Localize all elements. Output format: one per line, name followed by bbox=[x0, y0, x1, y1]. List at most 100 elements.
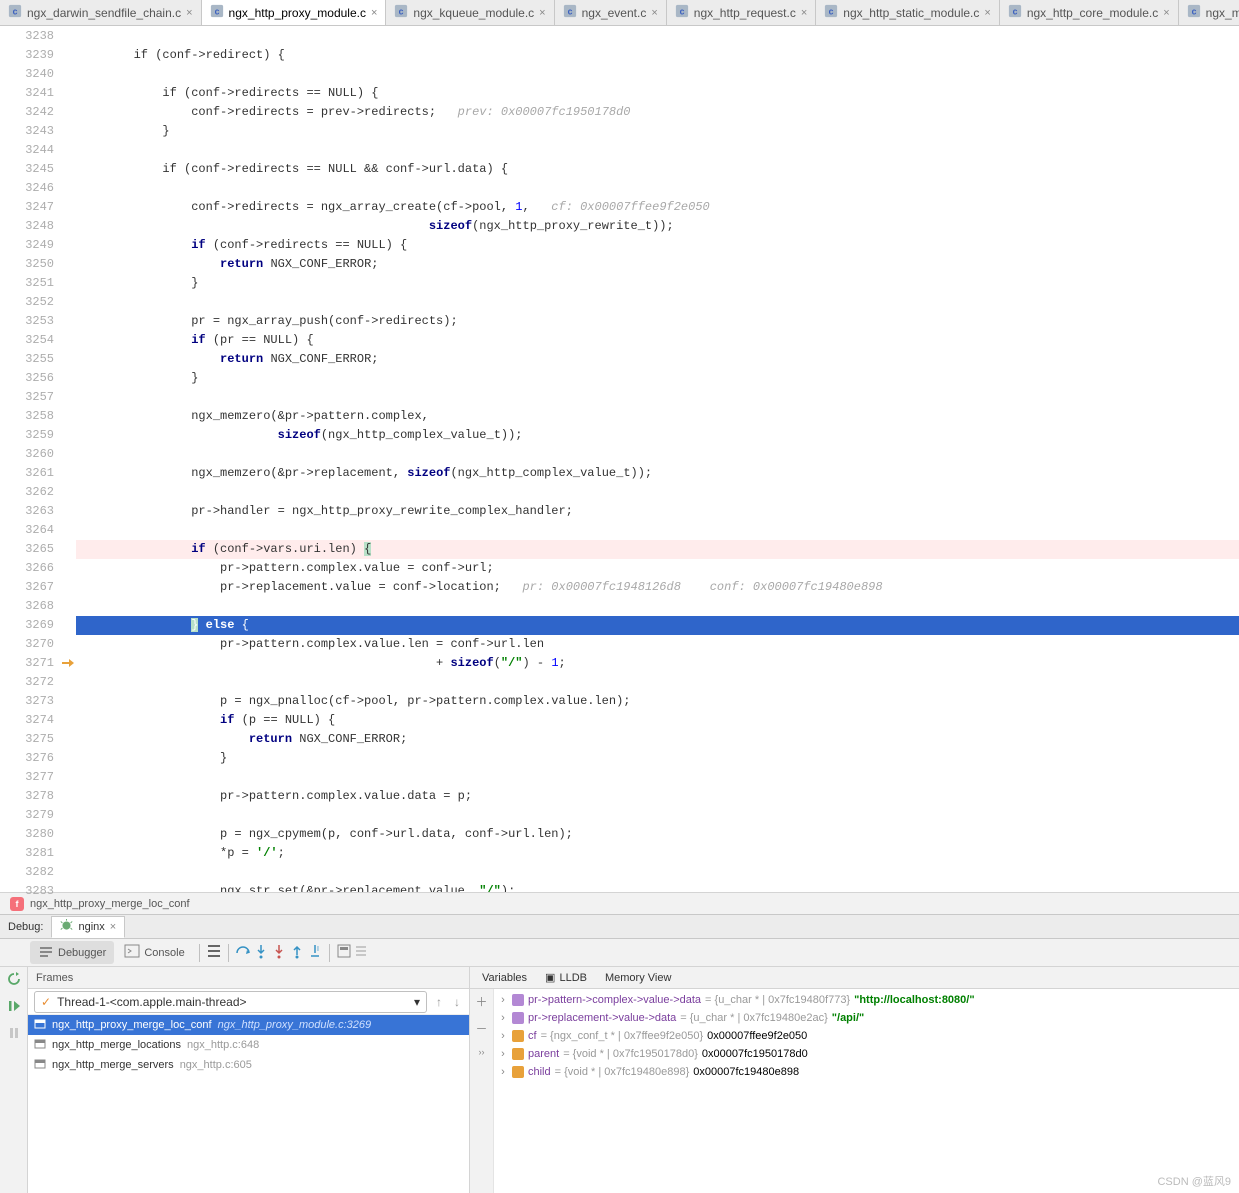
code-line[interactable] bbox=[76, 445, 1239, 464]
line-number[interactable]: 3264 bbox=[0, 521, 54, 540]
line-number[interactable]: 3272 bbox=[0, 673, 54, 692]
close-icon[interactable]: × bbox=[801, 7, 807, 19]
line-number[interactable]: 3282 bbox=[0, 863, 54, 882]
code-line[interactable]: ngx_str_set(&pr->replacement.value, "/")… bbox=[76, 882, 1239, 892]
next-frame-icon[interactable]: ↓ bbox=[451, 995, 463, 1009]
line-number[interactable]: 3254 bbox=[0, 331, 54, 350]
code-line[interactable]: p = ngx_cpymem(p, conf->url.data, conf->… bbox=[76, 825, 1239, 844]
line-number[interactable]: 3251 bbox=[0, 274, 54, 293]
code-line[interactable]: pr = ngx_array_push(conf->redirects); bbox=[76, 312, 1239, 331]
line-number[interactable]: 3267 bbox=[0, 578, 54, 597]
line-number[interactable]: 3250 bbox=[0, 255, 54, 274]
stack-frame[interactable]: ngx_http_proxy_merge_loc_conf ngx_http_p… bbox=[28, 1015, 469, 1035]
code-line[interactable]: if (conf->vars.uri.len) { bbox=[76, 540, 1239, 559]
code-line[interactable] bbox=[76, 483, 1239, 502]
code-line[interactable]: pr->handler = ngx_http_proxy_rewrite_com… bbox=[76, 502, 1239, 521]
line-number[interactable]: 3249 bbox=[0, 236, 54, 255]
line-number[interactable]: 3258 bbox=[0, 407, 54, 426]
thread-selector[interactable]: ✓ Thread-1-<com.apple.main-thread> ▾ bbox=[34, 991, 427, 1013]
stack-frame[interactable]: ngx_http_merge_servers ngx_http.c:605 bbox=[28, 1055, 469, 1075]
code-line[interactable] bbox=[76, 27, 1239, 46]
line-number[interactable]: 3255 bbox=[0, 350, 54, 369]
editor-tab[interactable]: cngx_event.c× bbox=[555, 0, 667, 25]
editor-tab[interactable]: cngx_http_proxy_module.c× bbox=[202, 0, 387, 25]
code-line[interactable] bbox=[76, 65, 1239, 84]
stack-frame[interactable]: ngx_http_merge_locations ngx_http.c:648 bbox=[28, 1035, 469, 1055]
expand-icon[interactable]: › bbox=[498, 1048, 508, 1060]
code-line[interactable]: pr->pattern.complex.value = conf->url; bbox=[76, 559, 1239, 578]
expand-icon[interactable]: › bbox=[498, 1066, 508, 1078]
line-number[interactable]: 3253 bbox=[0, 312, 54, 331]
code-line[interactable]: } bbox=[76, 369, 1239, 388]
code-line[interactable]: if (conf->redirects == NULL && conf->url… bbox=[76, 160, 1239, 179]
expand-icon[interactable]: › bbox=[498, 1012, 508, 1024]
line-number[interactable]: 3275 bbox=[0, 730, 54, 749]
line-number[interactable]: 3246 bbox=[0, 179, 54, 198]
code-line[interactable] bbox=[76, 179, 1239, 198]
line-number[interactable]: 3279 bbox=[0, 806, 54, 825]
variable-row[interactable]: › parent = {void * | 0x7fc1950178d0} 0x0… bbox=[494, 1045, 1239, 1063]
line-number[interactable]: 3276 bbox=[0, 749, 54, 768]
code-line[interactable]: conf->redirects = ngx_array_create(cf->p… bbox=[76, 198, 1239, 217]
editor-tab[interactable]: cngx_http_request.c× bbox=[667, 0, 817, 25]
line-number[interactable]: 3245 bbox=[0, 160, 54, 179]
code-line[interactable]: pr->pattern.complex.value.len = conf->ur… bbox=[76, 635, 1239, 654]
line-number[interactable]: 3248 bbox=[0, 217, 54, 236]
trace-icon[interactable] bbox=[354, 943, 370, 962]
line-number[interactable]: 3259 bbox=[0, 426, 54, 445]
code-line[interactable]: return NGX_CONF_ERROR; bbox=[76, 255, 1239, 274]
variable-row[interactable]: › pr->pattern->complex->value->data = {u… bbox=[494, 991, 1239, 1009]
code-line[interactable]: if (conf->redirects == NULL) { bbox=[76, 84, 1239, 103]
expand-icon[interactable]: › bbox=[498, 994, 508, 1006]
line-number[interactable]: 3240 bbox=[0, 65, 54, 84]
run-to-cursor-icon[interactable]: I bbox=[307, 943, 323, 962]
code-line[interactable]: return NGX_CONF_ERROR; bbox=[76, 730, 1239, 749]
remove-watch-icon[interactable]: － bbox=[475, 1020, 487, 1037]
line-number[interactable]: 3257 bbox=[0, 388, 54, 407]
code-line[interactable]: if (pr == NULL) { bbox=[76, 331, 1239, 350]
evaluate-icon[interactable] bbox=[336, 943, 352, 962]
line-number[interactable]: 3261 bbox=[0, 464, 54, 483]
vars-tab-lldb[interactable]: ▣LLDB bbox=[539, 969, 593, 986]
line-number[interactable]: 3256 bbox=[0, 369, 54, 388]
console-tab[interactable]: Console bbox=[116, 941, 192, 964]
line-number[interactable]: 3265 bbox=[0, 540, 54, 559]
threads-icon[interactable] bbox=[206, 943, 222, 962]
variable-row[interactable]: › pr->replacement->value->data = {u_char… bbox=[494, 1009, 1239, 1027]
line-number[interactable]: 3281 bbox=[0, 844, 54, 863]
line-number[interactable]: 3268 bbox=[0, 597, 54, 616]
expand-icon[interactable]: › bbox=[498, 1030, 508, 1042]
line-number[interactable]: 3269 bbox=[0, 616, 54, 635]
code-line[interactable]: sizeof(ngx_http_complex_value_t)); bbox=[76, 426, 1239, 445]
code-line[interactable]: } bbox=[76, 749, 1239, 768]
code-line[interactable] bbox=[76, 768, 1239, 787]
code-line[interactable]: if (p == NULL) { bbox=[76, 711, 1239, 730]
code-line[interactable] bbox=[76, 141, 1239, 160]
run-config-tab[interactable]: nginx × bbox=[51, 916, 125, 938]
code-line[interactable]: ngx_memzero(&pr->replacement, sizeof(ngx… bbox=[76, 464, 1239, 483]
debugger-tab[interactable]: Debugger bbox=[30, 941, 114, 964]
code-line[interactable] bbox=[76, 388, 1239, 407]
step-out-icon[interactable] bbox=[289, 943, 305, 962]
code-line[interactable]: return NGX_CONF_ERROR; bbox=[76, 350, 1239, 369]
force-step-into-icon[interactable] bbox=[271, 943, 287, 962]
code-line[interactable]: if (conf->redirect) { bbox=[76, 46, 1239, 65]
line-number[interactable]: 3241 bbox=[0, 84, 54, 103]
rerun-icon[interactable] bbox=[6, 971, 22, 990]
line-number[interactable]: 3243 bbox=[0, 122, 54, 141]
line-number[interactable]: 3262 bbox=[0, 483, 54, 502]
line-number[interactable]: 3244 bbox=[0, 141, 54, 160]
close-icon[interactable]: × bbox=[539, 7, 545, 19]
code-line[interactable]: } else { bbox=[76, 616, 1239, 635]
line-number[interactable]: 3242 bbox=[0, 103, 54, 122]
code-line[interactable]: } bbox=[76, 122, 1239, 141]
line-number[interactable]: 3283 bbox=[0, 882, 54, 901]
line-number[interactable]: 3277 bbox=[0, 768, 54, 787]
code-line[interactable]: if (conf->redirects == NULL) { bbox=[76, 236, 1239, 255]
editor-tab[interactable]: cngx_darwin_sendfile_chain.c× bbox=[0, 0, 202, 25]
code-line[interactable] bbox=[76, 863, 1239, 882]
add-watch-icon[interactable]: ＋ bbox=[475, 993, 487, 1010]
line-number[interactable]: 3270 bbox=[0, 635, 54, 654]
close-icon[interactable]: × bbox=[651, 7, 657, 19]
code-line[interactable]: pr->pattern.complex.value.data = p; bbox=[76, 787, 1239, 806]
